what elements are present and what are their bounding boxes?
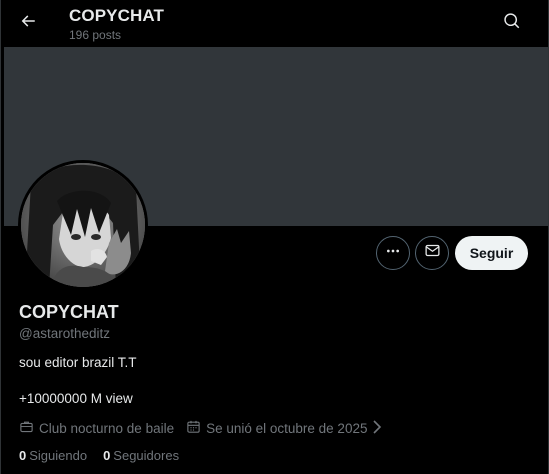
- joined-item[interactable]: Se unió el octubre de 2025: [186, 419, 388, 437]
- following-label: Siguiendo: [29, 448, 88, 463]
- follow-button[interactable]: Seguir: [455, 236, 528, 270]
- category-text: Club nocturno de baile: [39, 420, 175, 436]
- followers-label: Seguidores: [113, 448, 180, 463]
- followers-link[interactable]: 0 Seguidores: [103, 448, 179, 463]
- more-button[interactable]: [376, 236, 410, 270]
- chevron-right-icon: [371, 419, 388, 437]
- following-link[interactable]: 0 Siguiendo: [19, 448, 87, 463]
- arrow-left-icon: [19, 12, 37, 35]
- more-dots-icon: [385, 243, 401, 264]
- profile-meta: Club nocturno de baile Se unió el octubr…: [19, 419, 400, 437]
- followers-count: 0: [103, 448, 111, 463]
- bio-line-2: +10000000 M view: [19, 391, 133, 406]
- category-item: Club nocturno de baile: [19, 419, 174, 437]
- briefcase-icon: [19, 419, 39, 437]
- avatar-image: [21, 163, 145, 287]
- display-name: COPYCHAT: [19, 302, 119, 322]
- top-bar: COPYCHAT 196 posts: [1, 0, 548, 47]
- back-button[interactable]: [12, 7, 44, 39]
- post-count: 196 posts: [69, 28, 122, 42]
- follow-stats: 0 Siguiendo 0 Seguidores: [19, 448, 195, 463]
- mail-icon: [424, 242, 441, 264]
- search-icon: [503, 12, 521, 35]
- following-count: 0: [19, 448, 27, 463]
- search-button[interactable]: [496, 7, 528, 39]
- calendar-icon: [186, 419, 206, 437]
- avatar[interactable]: [18, 160, 148, 290]
- joined-text: Se unió el octubre de 2025: [206, 420, 368, 436]
- message-button[interactable]: [415, 236, 449, 270]
- profile-page: COPYCHAT 196 posts Seguir COPYCHAT @asta…: [0, 0, 549, 474]
- user-handle: @astarotheditz: [19, 326, 110, 341]
- header-title: COPYCHAT: [69, 6, 164, 25]
- bio-line-1: sou editor brazil T.T: [19, 355, 137, 370]
